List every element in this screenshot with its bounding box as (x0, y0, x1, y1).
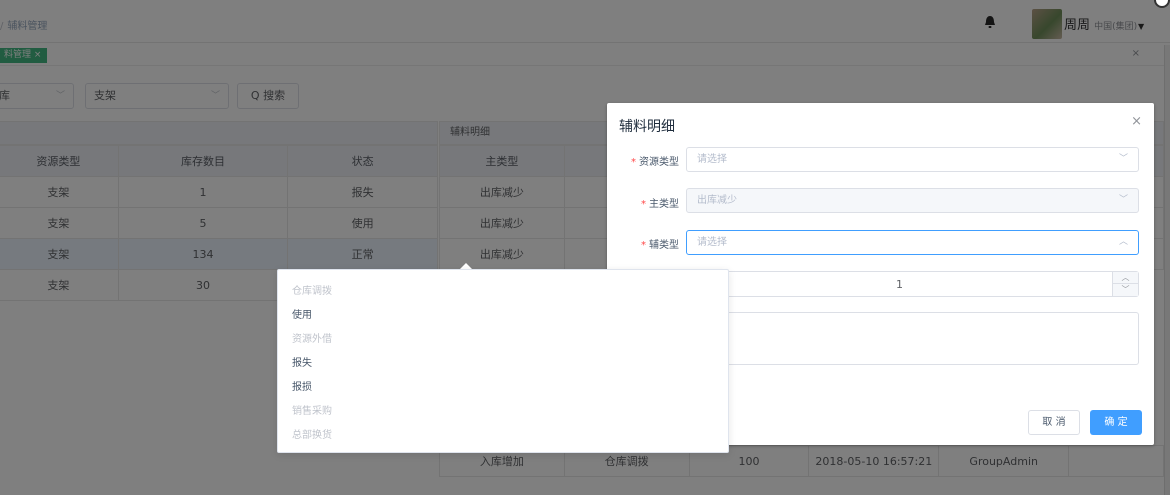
dialog-title: 辅料明细 (619, 119, 675, 135)
dropdown-option: 仓库调拨 (292, 286, 332, 297)
resource-type-label: * 资源类型 (631, 157, 679, 168)
quantity-stepper[interactable]: 1 ︿ ﹀ (686, 271, 1139, 297)
close-icon[interactable]: × (1131, 114, 1142, 129)
main-type-select[interactable]: 出库减少 ﹀ (686, 188, 1139, 213)
quantity-spin: ︿ ﹀ (1112, 272, 1138, 296)
dropdown-option[interactable]: 报损 (292, 378, 312, 393)
sub-type-placeholder: 请选择 (697, 237, 727, 248)
dropdown-option: 资源外借 (292, 334, 332, 345)
quantity-value: 1 (896, 278, 903, 291)
chevron-down-icon: ﹀ (1118, 154, 1128, 164)
main-type-label: * 主类型 (641, 199, 679, 210)
confirm-button[interactable]: 确 定 (1090, 410, 1142, 435)
resource-type-placeholder: 请选择 (697, 154, 727, 165)
dropdown-option: 销售采购 (292, 406, 332, 417)
resource-type-select[interactable]: 请选择 ﹀ (686, 147, 1139, 172)
sub-type-label: * 辅类型 (641, 240, 679, 251)
dropdown-option: 总部换货 (292, 430, 332, 441)
remark-textarea[interactable] (686, 312, 1139, 365)
decrement-icon[interactable]: ﹀ (1113, 284, 1138, 296)
main-type-value: 出库减少 (697, 195, 737, 206)
dropdown-option[interactable]: 使用 (292, 306, 312, 321)
sub-type-dropdown: 仓库调拨 使用 资源外借 报失 报损 销售采购 总部换货 (277, 269, 729, 453)
sub-type-select[interactable]: 请选择 ︿ (686, 230, 1139, 255)
dropdown-option[interactable]: 报失 (292, 354, 312, 369)
cancel-button[interactable]: 取 消 (1028, 410, 1080, 435)
increment-icon[interactable]: ︿ (1113, 272, 1138, 284)
chevron-down-icon: ﹀ (1118, 195, 1128, 205)
chevron-up-icon: ︿ (1118, 237, 1128, 247)
